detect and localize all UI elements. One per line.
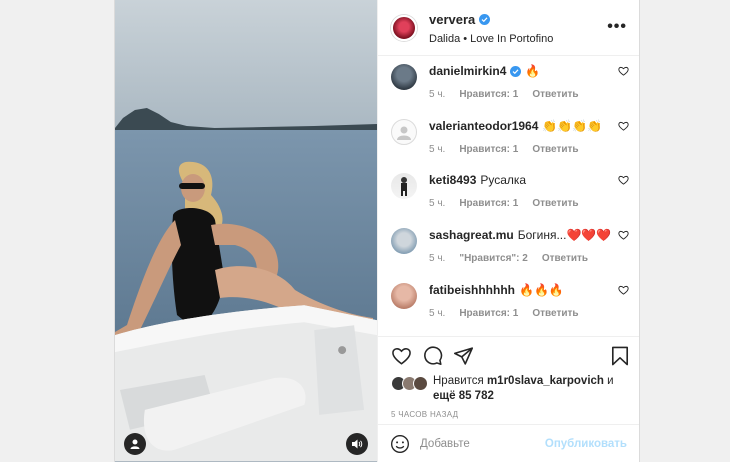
comment-username[interactable]: keti8493 bbox=[429, 173, 476, 187]
tagged-user-button[interactable] bbox=[124, 433, 146, 455]
share-icon[interactable] bbox=[453, 346, 474, 366]
likes-summary: Нравится m1r0slava_karpovich и ещё 85 78… bbox=[378, 374, 639, 404]
comment-time[interactable]: 5 ч. bbox=[429, 253, 445, 264]
comment-time[interactable]: 5 ч. bbox=[429, 198, 445, 209]
person-photo bbox=[401, 177, 407, 197]
emoji-icon[interactable] bbox=[390, 434, 410, 454]
like-heart-icon[interactable] bbox=[391, 346, 412, 365]
likes-prefix: Нравится bbox=[433, 375, 484, 387]
commenter-avatar[interactable] bbox=[391, 228, 417, 255]
bookmark-icon[interactable] bbox=[611, 346, 629, 366]
comment-text: 🔥 bbox=[525, 64, 541, 78]
post-video[interactable] bbox=[115, 0, 377, 462]
post-header: ververa Dalida • Love In Portofino ••• bbox=[378, 0, 639, 56]
comment-item: sashagreat.mu Богиня...❤️❤️❤️ 5 ч. "Нрав… bbox=[391, 220, 629, 275]
like-comment-heart-icon[interactable] bbox=[618, 285, 629, 295]
speaker-icon bbox=[352, 439, 363, 449]
liker-avatars[interactable] bbox=[391, 376, 428, 391]
comment-text: Богиня...❤️❤️❤️ bbox=[517, 228, 612, 243]
likes-conjunction: и bbox=[607, 375, 614, 387]
user-icon bbox=[130, 439, 140, 449]
publish-button[interactable]: Опубликовать bbox=[545, 438, 627, 450]
comment-likes[interactable]: Нравится: 1 bbox=[459, 144, 518, 155]
post-actions-bar bbox=[378, 336, 639, 374]
like-comment-heart-icon[interactable] bbox=[618, 66, 629, 76]
post-timestamp[interactable]: 5 ЧАСОВ НАЗАД bbox=[378, 404, 639, 424]
more-options-icon[interactable]: ••• bbox=[607, 18, 627, 36]
comment-username[interactable]: valerianteodor1964 bbox=[429, 119, 538, 133]
reply-button[interactable]: Ответить bbox=[532, 198, 578, 209]
comments-list: danielmirkin4 🔥 5 ч. Нравится: 1 Ответит… bbox=[378, 56, 639, 336]
like-comment-heart-icon[interactable] bbox=[618, 230, 629, 240]
comment-likes[interactable]: Нравится: 1 bbox=[459, 308, 518, 319]
commenter-avatar[interactable] bbox=[391, 282, 417, 309]
sound-toggle-button[interactable] bbox=[346, 433, 368, 455]
reply-button[interactable]: Ответить bbox=[532, 89, 578, 100]
comment-time[interactable]: 5 ч. bbox=[429, 89, 445, 100]
comment-input[interactable]: Добавьте bbox=[420, 438, 545, 450]
like-comment-heart-icon[interactable] bbox=[618, 175, 629, 186]
comment-item: danielmirkin4 🔥 5 ч. Нравится: 1 Ответит… bbox=[391, 56, 629, 111]
author-username[interactable]: ververa bbox=[429, 12, 475, 27]
likes-count-link[interactable]: ещё 85 782 bbox=[433, 390, 494, 402]
reply-button[interactable]: Ответить bbox=[542, 253, 588, 264]
comment-time[interactable]: 5 ч. bbox=[429, 308, 445, 319]
like-comment-heart-icon[interactable] bbox=[618, 121, 629, 131]
comment-item: keti8493 Русалка 5 ч. Нравится: 1 Ответи… bbox=[391, 165, 629, 220]
boat bbox=[115, 305, 377, 462]
comment-likes[interactable]: Нравится: 1 bbox=[459, 198, 518, 209]
comment-text: 👏👏👏👏 bbox=[542, 118, 603, 133]
commenter-avatar[interactable] bbox=[391, 64, 417, 90]
commenter-avatar[interactable] bbox=[391, 118, 417, 145]
post-side-panel: ververa Dalida • Love In Portofino ••• d… bbox=[377, 0, 639, 462]
comment-username[interactable]: sashagreat.mu bbox=[429, 228, 514, 242]
verified-badge-icon bbox=[479, 13, 491, 25]
liker-username[interactable]: m1r0slava_karpovich bbox=[487, 375, 604, 387]
author-avatar[interactable] bbox=[391, 14, 417, 41]
liker-avatar bbox=[413, 376, 428, 391]
audio-track-label[interactable]: Dalida • Love In Portofino bbox=[429, 33, 629, 45]
comment-item: valerianteodor1964 👏👏👏👏 5 ч. Нравится: 1… bbox=[391, 111, 629, 166]
add-comment-bar: Добавьте Опубликовать bbox=[378, 424, 639, 462]
comment-username[interactable]: danielmirkin4 bbox=[429, 64, 506, 78]
verified-badge-icon bbox=[510, 65, 522, 77]
reply-button[interactable]: Ответить bbox=[532, 308, 578, 319]
comment-text: 🔥🔥🔥 bbox=[519, 282, 564, 297]
comment-likes[interactable]: "Нравится": 2 bbox=[459, 253, 528, 264]
comment-likes[interactable]: Нравится: 1 bbox=[459, 89, 518, 100]
comment-item: fatibeishhhhhh 🔥🔥🔥 5 ч. Нравится: 1 Отве… bbox=[391, 275, 629, 330]
comment-text: Русалка bbox=[480, 173, 527, 188]
commenter-avatar[interactable] bbox=[391, 173, 417, 200]
default-avatar-icon bbox=[397, 126, 411, 140]
comment-username[interactable]: fatibeishhhhhh bbox=[429, 283, 515, 297]
comment-icon[interactable] bbox=[422, 345, 443, 366]
comment-time[interactable]: 5 ч. bbox=[429, 144, 445, 155]
reply-button[interactable]: Ответить bbox=[532, 144, 578, 155]
post-modal: ververa Dalida • Love In Portofino ••• d… bbox=[114, 0, 640, 462]
